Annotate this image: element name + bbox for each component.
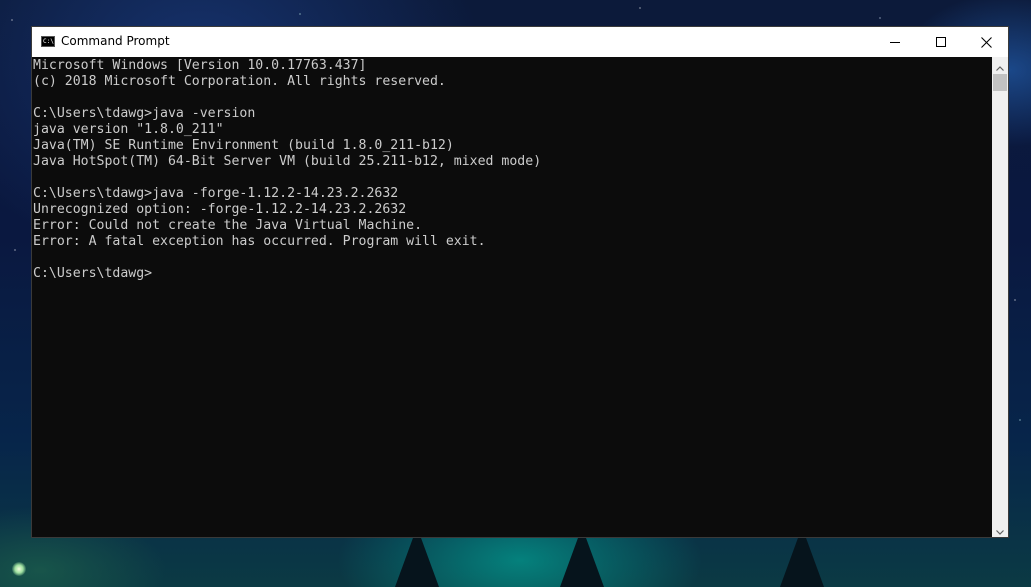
chevron-up-icon [996,56,1004,75]
command-prompt-window[interactable]: C:\ Command Prompt Microsoft Windows [Ve… [31,26,1009,538]
console-line: (c) 2018 Microsoft Corporation. All righ… [33,74,446,89]
console-line: Error: Could not create the Java Virtual… [33,218,423,233]
minimize-icon [890,37,900,47]
scroll-down-button[interactable] [992,521,1008,537]
wallpaper-light [12,562,26,576]
title-bar[interactable]: C:\ Command Prompt [32,27,1008,57]
vertical-scrollbar[interactable] [992,57,1008,537]
console-output[interactable]: Microsoft Windows [Version 10.0.17763.43… [32,57,992,537]
minimize-button[interactable] [872,27,918,57]
console-line: Unrecognized option: -forge-1.12.2-14.23… [33,202,407,217]
console-line: C:\Users\tdawg>java -version [33,106,256,121]
maximize-icon [936,37,946,47]
console-line: C:\Users\tdawg>java -forge-1.12.2-14.23.… [33,186,399,201]
chevron-down-icon [996,520,1004,539]
cmd-icon: C:\ [41,36,55,47]
console-line: Java(TM) SE Runtime Environment (build 1… [33,138,454,153]
console-line: Error: A fatal exception has occurred. P… [33,234,486,249]
close-icon [980,36,992,48]
console-line: Java HotSpot(TM) 64-Bit Server VM (build… [33,154,542,169]
scrollbar-thumb[interactable] [993,74,1007,91]
console-line: java version "1.8.0_211" [33,122,224,137]
maximize-button[interactable] [918,27,964,57]
window-title: Command Prompt [61,34,170,48]
close-button[interactable] [963,27,1009,57]
console-line: Microsoft Windows [Version 10.0.17763.43… [33,58,367,73]
scroll-up-button[interactable] [992,57,1008,73]
command-prompt-line[interactable]: C:\Users\tdawg> [33,266,152,282]
